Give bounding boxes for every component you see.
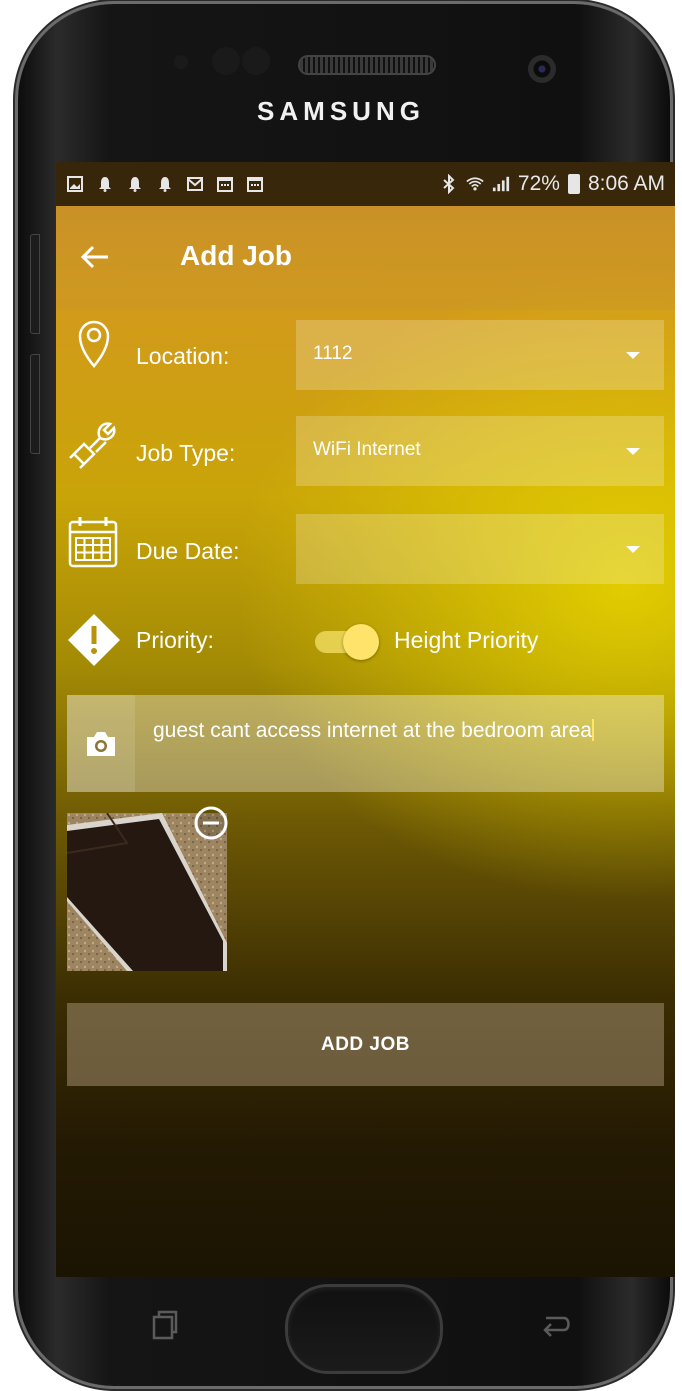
location-pin-icon	[66, 314, 122, 370]
job-type-dropdown[interactable]: WiFi Internet	[296, 416, 664, 486]
remove-photo-icon[interactable]	[193, 805, 229, 841]
add-job-button[interactable]: ADD JOB	[67, 1003, 664, 1086]
notification-icon	[96, 175, 114, 193]
location-dropdown[interactable]: 1112	[296, 320, 664, 390]
notification-icon	[156, 175, 174, 193]
priority-label: Priority:	[136, 627, 214, 653]
toggle-thumb	[343, 624, 379, 660]
text-cursor	[591, 719, 594, 741]
earpiece-speaker	[300, 57, 434, 73]
calendar-icon	[66, 514, 122, 570]
gallery-icon	[66, 175, 84, 193]
bluetooth-icon	[440, 174, 458, 194]
home-button[interactable]	[288, 1287, 440, 1371]
volume-up-button	[30, 234, 40, 334]
recent-apps-icon[interactable]	[152, 1310, 178, 1340]
calendar-icon	[216, 175, 234, 193]
back-arrow-icon[interactable]	[78, 240, 112, 274]
battery-icon	[567, 174, 580, 194]
front-camera	[528, 55, 556, 83]
app-bar: Add Job	[56, 206, 675, 310]
notification-icons	[66, 175, 264, 193]
plug-wrench-icon	[66, 416, 122, 472]
description-box: guest cant access internet at the bedroo…	[67, 695, 664, 792]
description-input[interactable]: guest cant access internet at the bedroo…	[153, 719, 643, 743]
wifi-icon	[466, 175, 484, 193]
dropdown-arrow-icon	[626, 448, 640, 455]
calendar-icon	[246, 175, 264, 193]
due-date-label: Due Date:	[136, 538, 240, 564]
sensor-dot	[174, 55, 188, 69]
job-type-label: Job Type:	[136, 440, 236, 466]
priority-value: Height Priority	[394, 627, 539, 653]
due-date-dropdown[interactable]	[296, 514, 664, 584]
dropdown-arrow-icon	[626, 546, 640, 553]
brand-logo: SAMSUNG	[257, 96, 425, 126]
dropdown-arrow-icon	[626, 352, 640, 359]
app-screen: 72% 8:06 AM Add Job Location: 1112 Job T…	[56, 162, 675, 1277]
location-label: Location:	[136, 343, 230, 369]
camera-button[interactable]	[67, 695, 135, 792]
sensor-dot	[242, 47, 270, 75]
camera-icon	[87, 732, 115, 756]
sensor-dot	[212, 47, 240, 75]
status-bar: 72% 8:06 AM	[56, 162, 675, 206]
priority-warning-icon	[66, 612, 122, 668]
priority-toggle[interactable]	[315, 624, 379, 660]
job-type-value: WiFi Internet	[313, 439, 421, 460]
clock: 8:06 AM	[587, 172, 665, 195]
description-text: guest cant access internet at the bedroo…	[153, 719, 592, 742]
notification-icon	[126, 175, 144, 193]
back-icon[interactable]	[540, 1308, 574, 1338]
add-job-label: ADD JOB	[320, 1033, 410, 1055]
system-status: 72% 8:06 AM	[440, 172, 665, 196]
location-value: 1112	[313, 343, 353, 364]
page-title: Add Job	[180, 240, 292, 271]
battery-percent: 72%	[517, 172, 560, 195]
signal-icon	[492, 175, 510, 193]
volume-down-button	[30, 354, 40, 454]
mail-icon	[186, 175, 204, 193]
